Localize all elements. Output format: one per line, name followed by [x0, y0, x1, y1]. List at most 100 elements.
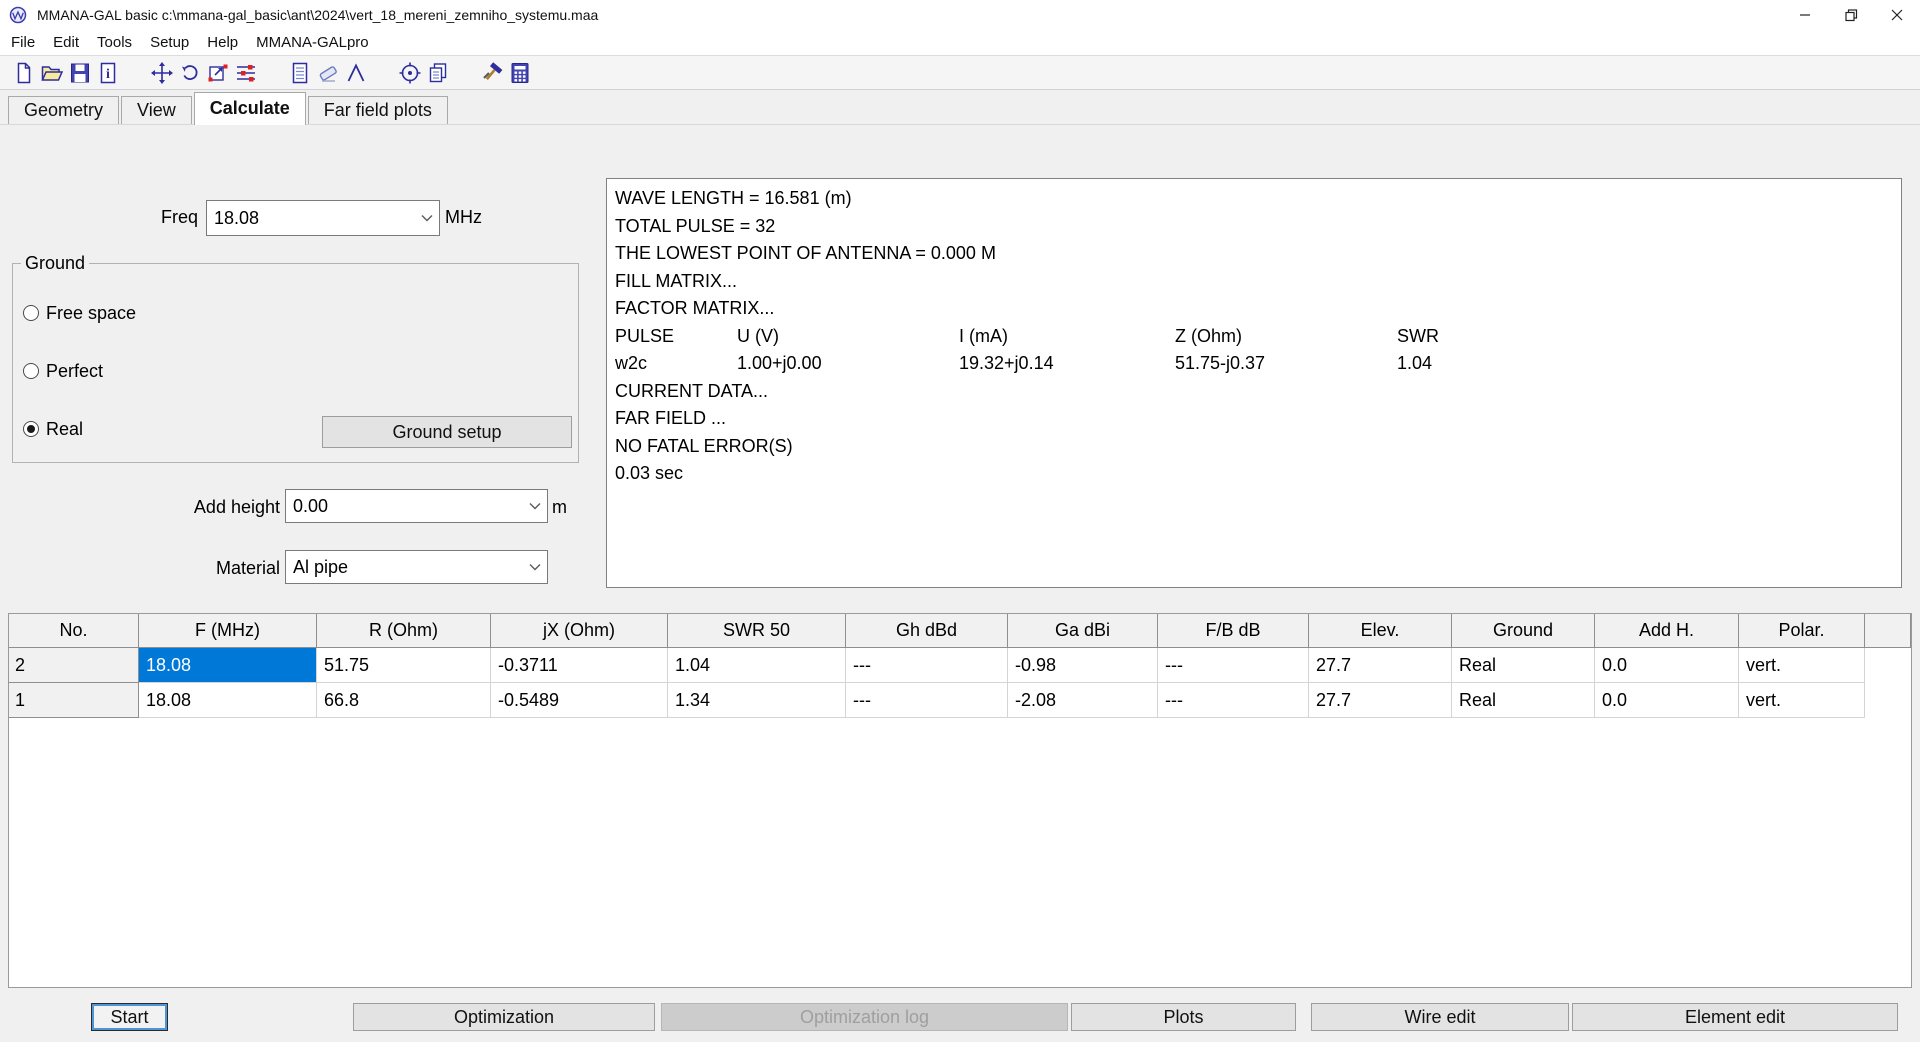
table-cell[interactable]: 0.0 — [1595, 683, 1739, 718]
rotate-button[interactable] — [176, 59, 204, 87]
tools-button[interactable] — [478, 59, 506, 87]
eraser-button[interactable] — [314, 59, 342, 87]
table-cell-filler — [1865, 648, 1911, 683]
save-icon — [68, 61, 92, 85]
pulse-cell: 51.75-j0.37 — [1175, 350, 1397, 378]
menu-mmana-galpro[interactable]: MMANA-GALpro — [247, 31, 378, 54]
table-cell[interactable]: Real — [1452, 683, 1595, 718]
triangle-button[interactable] — [342, 59, 370, 87]
table-cell[interactable]: --- — [846, 648, 1008, 683]
table-cell[interactable]: 51.75 — [317, 648, 491, 683]
table-cell[interactable]: 0.0 — [1595, 648, 1739, 683]
optimization-log-button: Optimization log — [661, 1003, 1068, 1031]
table-cell[interactable]: 66.8 — [317, 683, 491, 718]
start-button[interactable]: Start — [91, 1003, 168, 1031]
freq-combobox[interactable]: 18.08 — [206, 200, 440, 236]
table-cell[interactable]: -0.98 — [1008, 648, 1158, 683]
results-table: No. F (MHz) R (Ohm) jX (Ohm) SWR 50 Gh d… — [8, 613, 1912, 988]
table-cell-selected[interactable]: 18.08 — [139, 648, 317, 683]
ground-setup-button[interactable]: Ground setup — [322, 416, 572, 448]
table-cell[interactable]: -2.08 — [1008, 683, 1158, 718]
menu-setup[interactable]: Setup — [141, 31, 198, 54]
col-r-ohm: R (Ohm) — [317, 614, 491, 648]
tab-far-field-plots[interactable]: Far field plots — [308, 96, 448, 124]
add-height-unit-label: m — [552, 497, 567, 518]
col-add-h: Add H. — [1595, 614, 1739, 648]
radio-real[interactable]: Real — [23, 419, 83, 439]
add-height-combobox[interactable]: 0.00 — [285, 489, 548, 523]
output-line: CURRENT DATA... — [615, 378, 1893, 406]
calculator-icon — [508, 61, 532, 85]
table-cell[interactable]: 18.08 — [139, 683, 317, 718]
calculator-button[interactable] — [506, 59, 534, 87]
table-cell[interactable]: vert. — [1739, 683, 1865, 718]
optimization-button[interactable]: Optimization — [353, 1003, 655, 1031]
radio-free-space[interactable]: Free space — [23, 303, 136, 323]
radio-circle-icon — [23, 305, 39, 321]
open-file-button[interactable] — [38, 59, 66, 87]
tab-view[interactable]: View — [121, 96, 192, 124]
freq-label: Freq — [100, 207, 198, 228]
wire-edit-button[interactable]: Wire edit — [1311, 1003, 1569, 1031]
pulse-data-row: w2c 1.00+j0.00 19.32+j0.14 51.75-j0.37 1… — [615, 350, 1893, 378]
window-title: MMANA-GAL basic c:\mmana-gal_basic\ant\2… — [37, 7, 598, 23]
table-cell[interactable]: -0.3711 — [491, 648, 668, 683]
settings-sliders-button[interactable] — [232, 59, 260, 87]
output-line: WAVE LENGTH = 16.581 (m) — [615, 185, 1893, 213]
close-button[interactable] — [1874, 0, 1920, 30]
table-cell-filler — [1865, 683, 1911, 718]
export-window-button[interactable] — [204, 59, 232, 87]
table-cell[interactable]: 27.7 — [1309, 683, 1452, 718]
table-cell[interactable]: 27.7 — [1309, 648, 1452, 683]
pulse-col: I (mA) — [959, 323, 1175, 351]
copy-button[interactable] — [424, 59, 452, 87]
table-cell[interactable]: vert. — [1739, 648, 1865, 683]
table-cell[interactable]: --- — [1158, 683, 1309, 718]
new-file-button[interactable] — [10, 59, 38, 87]
row-header[interactable]: 1 — [9, 683, 139, 718]
table-cell[interactable]: 1.04 — [668, 648, 846, 683]
rotate-icon — [178, 61, 202, 85]
menu-edit[interactable]: Edit — [44, 31, 88, 54]
col-no: No. — [9, 614, 139, 648]
radio-circle-checked-icon — [23, 421, 39, 437]
open-file-icon — [40, 61, 64, 85]
target-icon — [398, 61, 422, 85]
table-cell[interactable]: 1.34 — [668, 683, 846, 718]
table-cell[interactable]: --- — [846, 683, 1008, 718]
radio-circle-icon — [23, 363, 39, 379]
material-label: Material — [120, 558, 280, 579]
table-cell[interactable]: --- — [1158, 648, 1309, 683]
table-row: 1 18.08 66.8 -0.5489 1.34 --- -2.08 --- … — [9, 683, 1911, 718]
pulse-col: PULSE — [615, 323, 737, 351]
pulse-col: Z (Ohm) — [1175, 323, 1397, 351]
restore-button[interactable] — [1828, 0, 1874, 30]
element-edit-button[interactable]: Element edit — [1572, 1003, 1898, 1031]
settings-sliders-icon — [234, 61, 258, 85]
save-button[interactable] — [66, 59, 94, 87]
radio-perfect[interactable]: Perfect — [23, 361, 103, 381]
tab-calculate[interactable]: Calculate — [194, 92, 306, 125]
info-button[interactable]: i — [94, 59, 122, 87]
target-button[interactable] — [396, 59, 424, 87]
col-elev: Elev. — [1309, 614, 1452, 648]
col-polar: Polar. — [1739, 614, 1865, 648]
menu-help[interactable]: Help — [198, 31, 247, 54]
menu-tools[interactable]: Tools — [88, 31, 141, 54]
document-button[interactable] — [286, 59, 314, 87]
menu-file[interactable]: File — [2, 31, 44, 54]
minimize-button[interactable] — [1782, 0, 1828, 30]
row-header[interactable]: 2 — [9, 648, 139, 683]
ground-groupbox-title: Ground — [21, 253, 89, 274]
output-line: NO FATAL ERROR(S) — [615, 433, 1893, 461]
chevron-down-icon — [523, 502, 547, 510]
tab-geometry[interactable]: Geometry — [8, 96, 119, 124]
plots-button[interactable]: Plots — [1071, 1003, 1296, 1031]
output-line: THE LOWEST POINT OF ANTENNA = 0.000 M — [615, 240, 1893, 268]
material-combobox[interactable]: Al pipe — [285, 550, 548, 584]
table-cell[interactable]: -0.5489 — [491, 683, 668, 718]
move-button[interactable] — [148, 59, 176, 87]
document-icon — [288, 61, 312, 85]
table-cell[interactable]: Real — [1452, 648, 1595, 683]
add-height-value: 0.00 — [286, 496, 523, 517]
